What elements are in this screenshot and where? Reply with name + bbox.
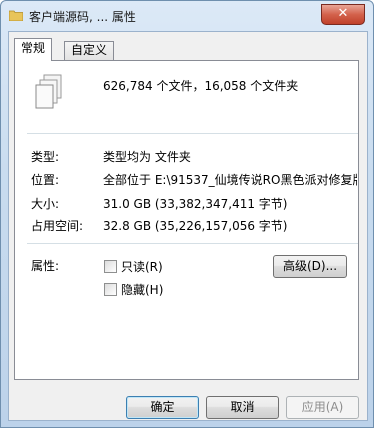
hidden-label[interactable]: 隐藏(H) xyxy=(121,281,163,298)
folder-icon xyxy=(9,10,23,21)
close-button[interactable]: ✕ xyxy=(321,4,365,25)
separator xyxy=(27,133,358,134)
readonly-checkbox[interactable] xyxy=(104,260,117,273)
cancel-button[interactable]: 取消 xyxy=(206,396,279,419)
attributes-label: 属性: xyxy=(31,259,60,273)
general-panel: 626,784 个文件，16,058 个文件夹 类型: 类型均为 文件夹 位置:… xyxy=(14,60,359,380)
readonly-label[interactable]: 只读(R) xyxy=(121,258,163,275)
properties-window: 客户端源码, ... 属性 ✕ 自定义 常规 626,784 个文件，16,05… xyxy=(0,0,374,428)
apply-button: 应用(A) xyxy=(286,396,359,419)
dialog-body: 自定义 常规 626,784 个文件，16,058 个文件夹 类型: 类型均为 … xyxy=(8,31,368,421)
separator xyxy=(27,243,358,244)
type-value: 类型均为 文件夹 xyxy=(103,150,191,164)
location-label: 位置: xyxy=(31,173,60,187)
size-label: 大小: xyxy=(31,197,60,211)
tab-custom[interactable]: 自定义 xyxy=(64,41,115,60)
size-value: 31.0 GB (33,382,347,411 字节) xyxy=(103,197,288,211)
ok-button[interactable]: 确定 xyxy=(126,396,199,419)
type-label: 类型: xyxy=(31,150,60,164)
disk-size-value: 32.8 GB (35,226,157,056 字节) xyxy=(103,219,288,233)
hidden-checkbox[interactable] xyxy=(104,283,117,296)
multiple-files-icon xyxy=(35,74,62,109)
title-bar[interactable]: 客户端源码, ... 属性 ✕ xyxy=(1,1,373,31)
selection-summary: 626,784 个文件，16,058 个文件夹 xyxy=(103,79,299,93)
hidden-checkbox-row[interactable]: 隐藏(H) xyxy=(104,281,163,298)
window-title: 客户端源码, ... 属性 xyxy=(29,10,136,24)
disk-size-label: 占用空间: xyxy=(31,219,84,233)
readonly-checkbox-row[interactable]: 只读(R) xyxy=(104,258,163,275)
location-value: 全部位于 E:\91537_仙境传说RO黑色派对修复版 xyxy=(103,173,357,187)
advanced-button[interactable]: 高级(D)... xyxy=(273,255,347,278)
tab-general[interactable]: 常规 xyxy=(14,38,53,61)
